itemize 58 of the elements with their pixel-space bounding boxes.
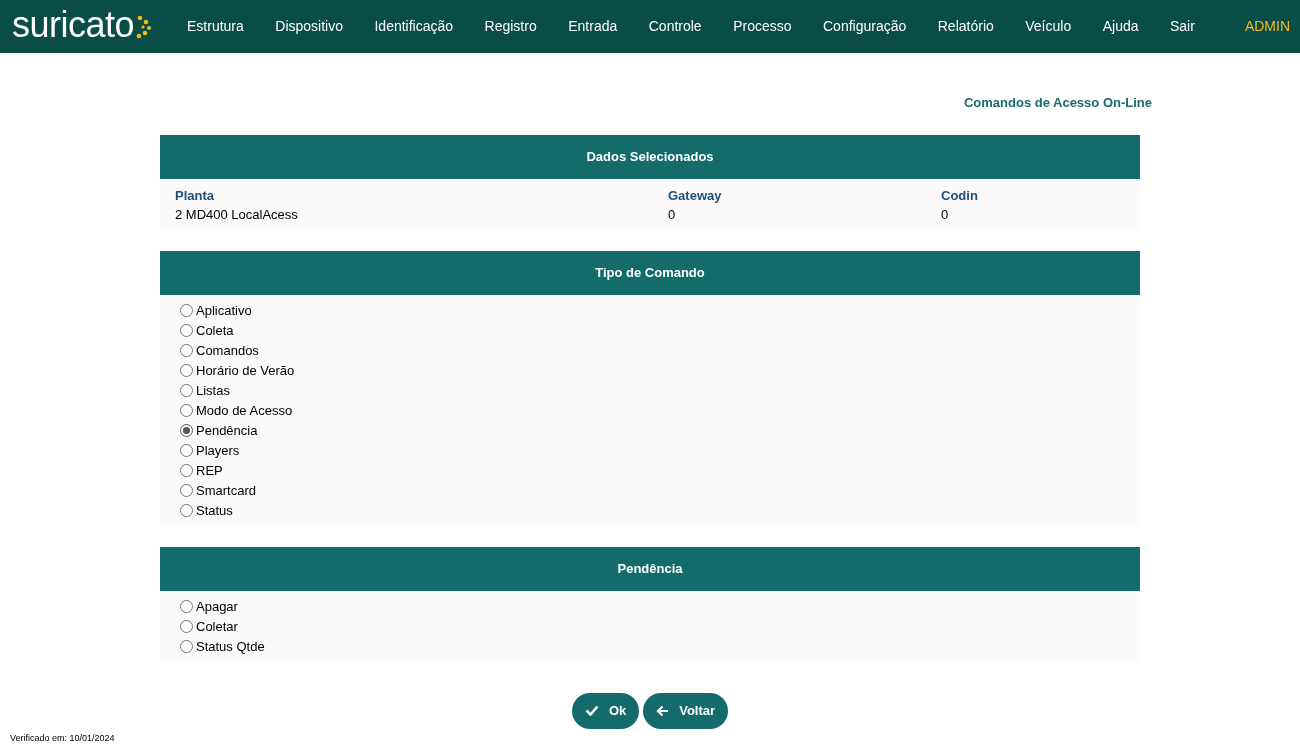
menu-item[interactable]: Entrada	[567, 16, 619, 37]
radio-button[interactable]	[180, 504, 193, 517]
ok-button[interactable]: Ok	[571, 692, 640, 729]
user-name: ADMIN	[1244, 17, 1290, 36]
back-button[interactable]: Voltar	[643, 692, 729, 729]
field-label: Planta	[175, 186, 215, 205]
menu-item[interactable]: Relatório	[936, 16, 995, 37]
radio-label: Comandos	[196, 341, 259, 360]
radio-button[interactable]	[180, 404, 193, 417]
radio-label: Status Qtde	[196, 637, 265, 656]
radio-button[interactable]	[180, 324, 193, 337]
menu-item[interactable]: Ajuda	[1101, 16, 1140, 37]
menu-item[interactable]: Estrutura	[186, 16, 245, 37]
field-value: 2 MD400 LocalAcess	[175, 206, 299, 224]
dots-icon	[135, 14, 152, 39]
panel-header: Tipo de Comando	[160, 250, 1140, 295]
radio-label: Apagar	[196, 597, 238, 616]
radio-button[interactable]	[180, 620, 193, 633]
radio-button[interactable]	[180, 484, 193, 497]
field-value: 0	[668, 206, 677, 224]
menu-item[interactable]: Controle	[647, 16, 703, 37]
menu-item[interactable]: Sair	[1169, 16, 1196, 37]
verification-date: Verificado em: 10/01/2024	[10, 731, 115, 745]
radio-label: Modo de Acesso	[196, 401, 293, 420]
menu-item[interactable]: Configuração	[822, 16, 908, 37]
left-arrow-icon	[656, 704, 670, 717]
radio-label: REP	[196, 461, 223, 480]
menu-item[interactable]: Registro	[483, 16, 538, 37]
radio-button[interactable]	[180, 444, 193, 457]
radio-button[interactable]	[180, 384, 193, 397]
radio-button[interactable]	[180, 600, 193, 613]
radio-label: Coleta	[196, 321, 234, 340]
field-label: Codin	[941, 186, 979, 205]
menu-item[interactable]: Identificação	[373, 16, 455, 37]
menu-item[interactable]: Dispositivo	[274, 16, 344, 37]
radio-button[interactable]	[180, 344, 193, 357]
menu-item[interactable]: Veículo	[1024, 16, 1073, 37]
radio-label: Pendência	[196, 421, 258, 440]
radio-label: Status	[196, 501, 233, 520]
panel-header: Dados Selecionados	[160, 134, 1140, 179]
radio-label: Horário de Verão	[196, 361, 295, 380]
radio-button[interactable]	[180, 364, 193, 377]
radio-label: Listas	[196, 381, 230, 400]
radio-button[interactable]	[180, 464, 193, 477]
logo-text: suricato	[12, 6, 135, 47]
radio-button[interactable]	[180, 304, 193, 317]
check-icon	[584, 705, 599, 716]
field-label: Gateway	[668, 186, 723, 205]
page-title: Comandos de Acesso On-Line	[963, 94, 1152, 112]
radio-label: Coletar	[196, 617, 238, 636]
radio-label: Smartcard	[196, 481, 256, 500]
panel-header: Pendência	[160, 546, 1140, 591]
radio-label: Players	[196, 441, 240, 460]
radio-button[interactable]	[180, 424, 193, 437]
field-value: 0	[941, 206, 950, 224]
radio-button[interactable]	[180, 640, 193, 653]
radio-label: Aplicativo	[196, 301, 252, 320]
menu-item[interactable]: Processo	[732, 16, 793, 37]
